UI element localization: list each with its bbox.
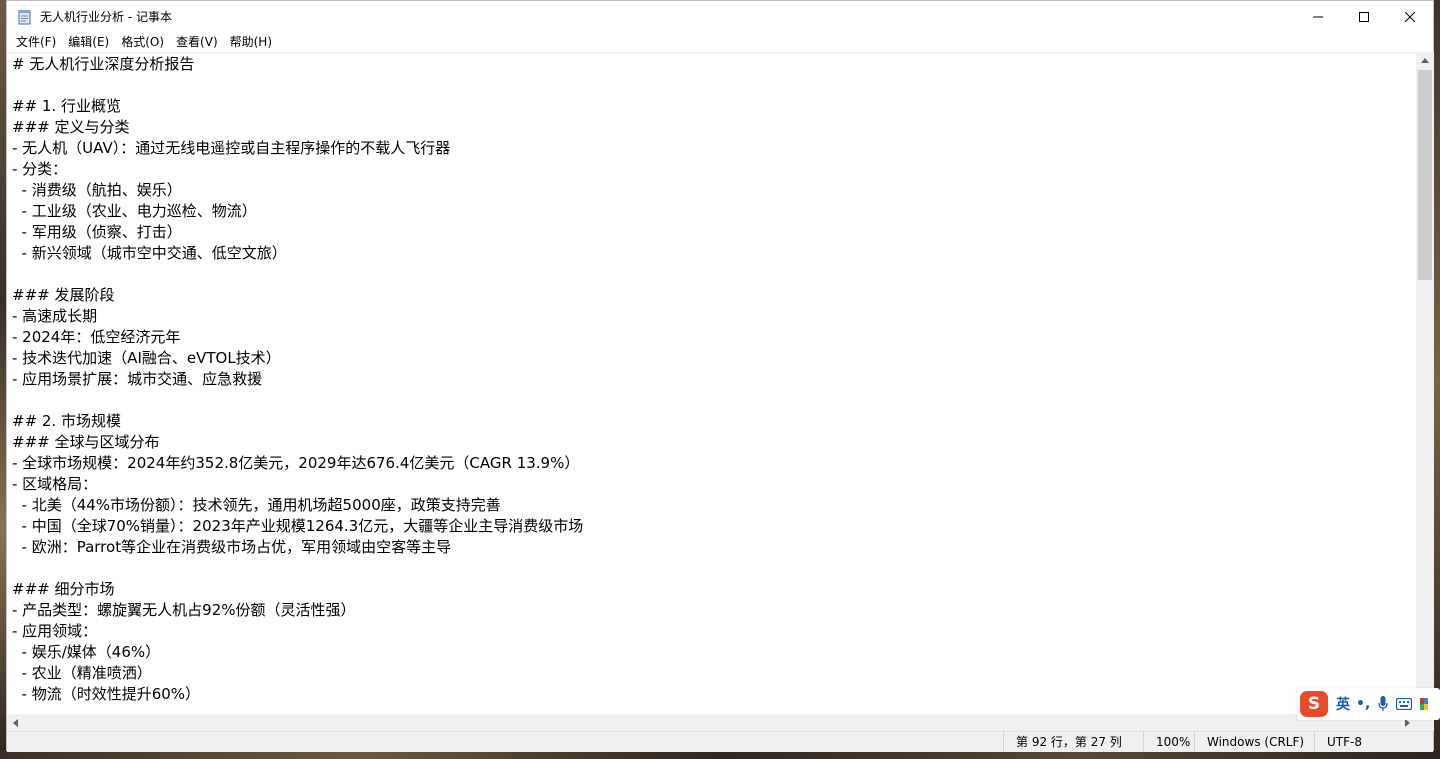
title-bar[interactable]: 无人机行业分析 - 记事本 bbox=[7, 1, 1433, 32]
editor-line[interactable]: ### 全球与区域分布 bbox=[12, 432, 1416, 453]
skin-palette-icon[interactable] bbox=[1420, 698, 1429, 710]
scroll-up-button[interactable] bbox=[1416, 52, 1434, 69]
encoding: UTF-8 bbox=[1314, 732, 1435, 752]
window-title: 无人机行业分析 - 记事本 bbox=[40, 10, 172, 24]
editor-line[interactable]: ## 1. 行业概览 bbox=[12, 96, 1416, 117]
sogou-logo-icon[interactable]: S bbox=[1300, 691, 1328, 717]
microphone-icon[interactable] bbox=[1378, 696, 1388, 712]
editor-line[interactable]: - 高速成长期 bbox=[12, 306, 1416, 327]
editor-line[interactable]: - 物流（时效性提升60%） bbox=[12, 684, 1416, 705]
editor-line[interactable]: - 技术迭代加速（AI融合、eVTOL技术） bbox=[12, 348, 1416, 369]
close-button[interactable] bbox=[1387, 1, 1433, 32]
vertical-scrollbar[interactable] bbox=[1416, 52, 1434, 714]
cursor-position: 第 92 行，第 27 列 bbox=[1003, 732, 1143, 752]
editor-line[interactable]: - 娱乐/媒体（46%） bbox=[12, 642, 1416, 663]
editor-line[interactable]: - 区域格局： bbox=[12, 474, 1416, 495]
editor-line[interactable]: # 无人机行业深度分析报告 bbox=[12, 54, 1416, 75]
editor-line[interactable]: - 农业（精准喷洒） bbox=[12, 663, 1416, 684]
ime-punctuation-mode[interactable]: •, bbox=[1356, 696, 1370, 712]
vertical-scroll-thumb[interactable] bbox=[1418, 70, 1432, 280]
editor-line[interactable] bbox=[12, 390, 1416, 411]
editor-content[interactable]: # 无人机行业深度分析报告 ## 1. 行业概览 ### 定义与分类 - 无人机（UA… bbox=[7, 53, 1416, 705]
notepad-window: 无人机行业分析 - 记事本 文件(F) 编辑(E) 格式(O) 查看(V) 帮助… bbox=[6, 0, 1434, 752]
editor-line[interactable]: - 工业级（农业、电力巡检、物流） bbox=[12, 201, 1416, 222]
keyboard-icon[interactable] bbox=[1396, 698, 1413, 710]
editor-line[interactable]: - 2024年：低空经济元年 bbox=[12, 327, 1416, 348]
editor-line[interactable]: ## 2. 市场规模 bbox=[12, 411, 1416, 432]
editor-line[interactable]: - 分类： bbox=[12, 159, 1416, 180]
editor-line[interactable]: - 新兴领域（城市空中交通、低空文旅） bbox=[12, 243, 1416, 264]
editor-line[interactable]: - 应用场景扩展：城市交通、应急救援 bbox=[12, 369, 1416, 390]
editor-line[interactable] bbox=[12, 558, 1416, 579]
editor-line[interactable]: - 产品类型：螺旋翼无人机占92%份额（灵活性强） bbox=[12, 600, 1416, 621]
editor-line[interactable]: ### 定义与分类 bbox=[12, 117, 1416, 138]
text-editor-area[interactable]: # 无人机行业深度分析报告 ## 1. 行业概览 ### 定义与分类 - 无人机（UA… bbox=[7, 52, 1416, 714]
editor-line[interactable]: - 消费级（航拍、娱乐） bbox=[12, 180, 1416, 201]
editor-line[interactable]: - 欧洲：Parrot等企业在消费级市场占优，军用领域由空客等主导 bbox=[12, 537, 1416, 558]
line-ending: Windows (CRLF) bbox=[1194, 732, 1314, 752]
editor-line[interactable] bbox=[12, 75, 1416, 96]
chevron-up-icon bbox=[1421, 58, 1429, 63]
editor-line[interactable]: - 中国（全球70%销量）：2023年产业规模1264.3亿元，大疆等企业主导消… bbox=[12, 516, 1416, 537]
ime-toolbar[interactable]: S 英 •, bbox=[1297, 688, 1440, 720]
menu-format[interactable]: 格式(O) bbox=[115, 32, 170, 52]
desktop-background-right bbox=[1434, 0, 1440, 759]
maximize-button[interactable] bbox=[1341, 1, 1387, 32]
menu-help[interactable]: 帮助(H) bbox=[224, 32, 278, 52]
window-controls bbox=[1295, 1, 1433, 32]
editor-line[interactable]: - 北美（44%市场份额）：技术领先，通用机场超5000座，政策支持完善 bbox=[12, 495, 1416, 516]
maximize-icon bbox=[1359, 11, 1369, 22]
editor-line[interactable]: ### 细分市场 bbox=[12, 579, 1416, 600]
ime-language-mode[interactable]: 英 bbox=[1336, 694, 1350, 714]
editor-line[interactable]: - 军用级（侦察、打击） bbox=[12, 222, 1416, 243]
editor-line[interactable]: ### 发展阶段 bbox=[12, 285, 1416, 306]
scroll-left-button[interactable] bbox=[7, 714, 24, 731]
editor-line[interactable]: - 应用领域： bbox=[12, 621, 1416, 642]
menu-bar: 文件(F) 编辑(E) 格式(O) 查看(V) 帮助(H) bbox=[7, 32, 1433, 52]
status-bar: 第 92 行，第 27 列 100% Windows (CRLF) UTF-8 bbox=[7, 731, 1433, 752]
editor-line[interactable]: - 无人机（UAV）：通过无线电遥控或自主程序操作的不载人飞行器 bbox=[12, 138, 1416, 159]
menu-view[interactable]: 查看(V) bbox=[170, 32, 224, 52]
horizontal-scrollbar[interactable] bbox=[7, 714, 1416, 731]
editor-line[interactable]: - 全球市场规模：2024年约352.8亿美元，2029年达676.4亿美元（C… bbox=[12, 453, 1416, 474]
minimize-icon bbox=[1313, 16, 1323, 17]
close-icon bbox=[1405, 11, 1415, 22]
minimize-button[interactable] bbox=[1295, 1, 1341, 32]
editor-line[interactable] bbox=[12, 264, 1416, 285]
menu-file[interactable]: 文件(F) bbox=[10, 32, 62, 52]
menu-edit[interactable]: 编辑(E) bbox=[62, 32, 115, 52]
zoom-level: 100% bbox=[1143, 732, 1194, 752]
notepad-icon bbox=[17, 9, 33, 25]
chevron-left-icon bbox=[13, 718, 18, 727]
